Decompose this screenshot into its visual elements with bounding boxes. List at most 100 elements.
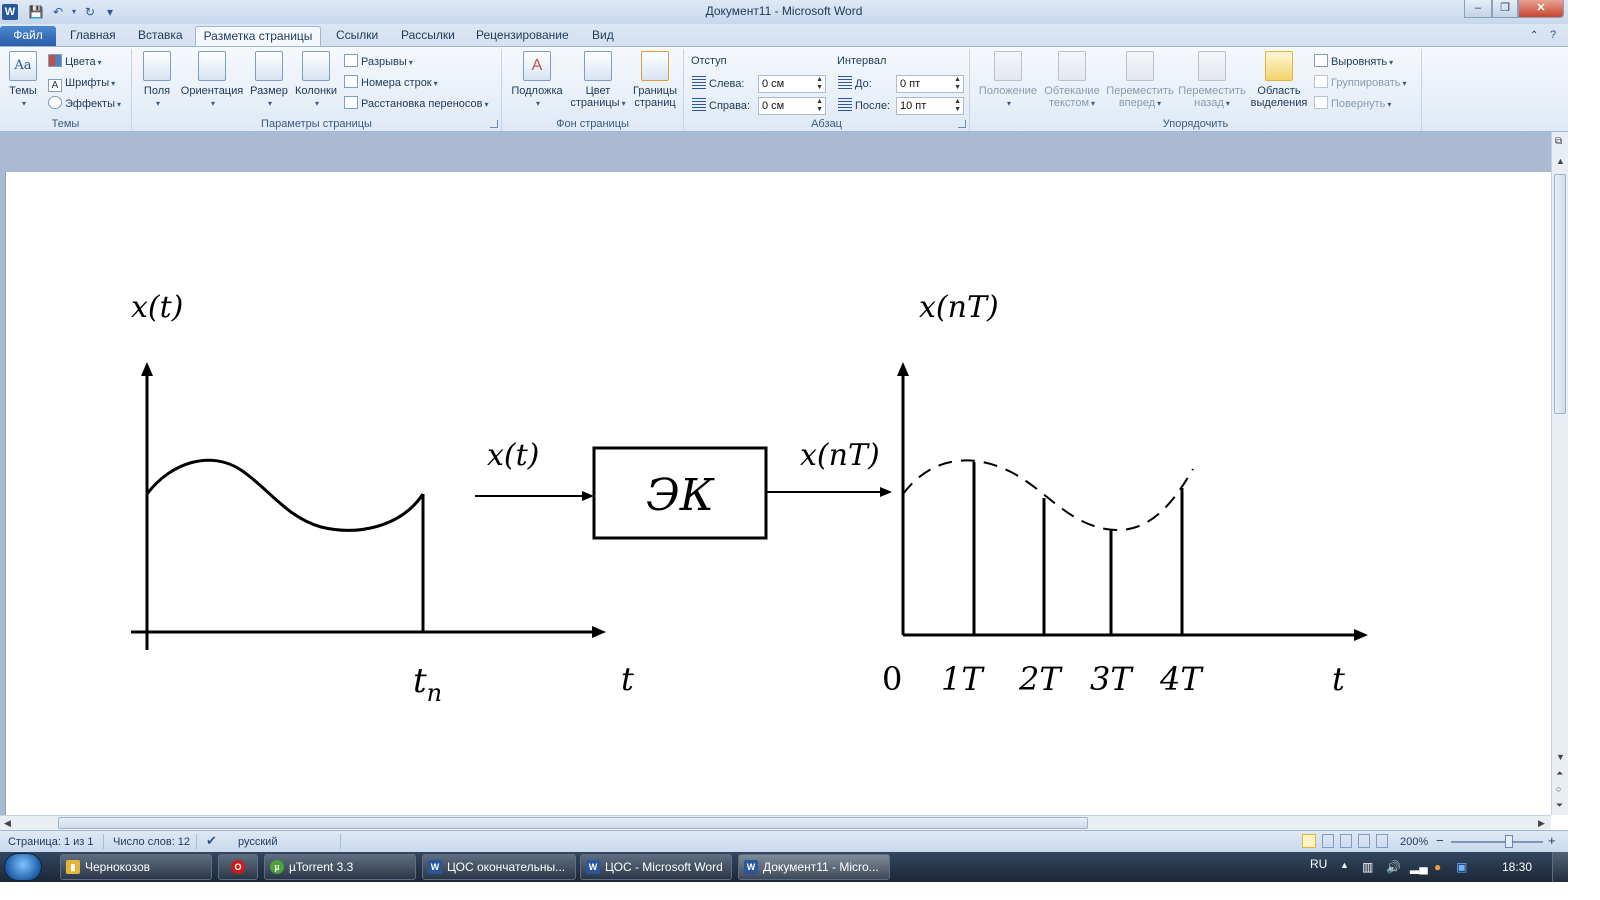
help-icon[interactable]: ? [1544,26,1562,46]
taskbar-item-folder[interactable]: ▮ Чернокозов [60,854,212,880]
close-button[interactable]: ✕ [1518,0,1564,18]
tab-file[interactable]: Файл [0,26,56,46]
zoom-level[interactable]: 200% [1400,836,1428,848]
themes-button[interactable]: Aa Темы ▾ [5,51,41,110]
proofing-icon[interactable]: ✔ [206,833,217,849]
zoom-in-icon[interactable]: + [1548,833,1556,848]
taskbar-item-opera[interactable]: O [218,854,258,880]
draft-view-icon[interactable] [1376,834,1388,848]
scroll-down-icon[interactable]: ▼ [1556,752,1565,762]
scroll-up-icon[interactable]: ▲ [1556,156,1565,166]
margins-button[interactable]: Поля ▾ [140,51,174,110]
updates-tray-icon[interactable]: ▣ [1456,860,1467,874]
document-page[interactable]: x(t) tn t x(t) ЭК x(nT) x(nT) 0 1T 2T 3T… [5,172,1551,815]
indent-right-input[interactable]: 0 см ▲ ▼ [758,97,826,115]
indent-left-spinner[interactable]: ▲ ▼ [816,76,823,92]
taskbar-item-utorrent[interactable]: µ µTorrent 3.3 [264,854,416,880]
send-backward-button[interactable]: Переместить назад ▾ [1176,51,1248,110]
tab-insert[interactable]: Вставка [132,26,189,46]
watermark-button[interactable]: A Подложка ▾ [508,51,566,110]
zoom-slider-thumb[interactable] [1505,835,1513,848]
previous-page-icon[interactable]: ⏶ [1556,768,1563,779]
position-button[interactable]: Положение ▾ [976,51,1040,110]
align-button[interactable]: Выровнять ▾ [1314,53,1393,71]
theme-effects-button[interactable]: Эффекты ▾ [48,95,121,113]
indent-left-icon [692,76,706,89]
tab-review[interactable]: Рецензирование [470,26,575,46]
line-numbers-button[interactable]: Номера строк ▾ [344,74,438,92]
input-language[interactable]: RU [1310,857,1327,871]
show-hidden-icons-icon[interactable]: ▲ [1340,860,1349,870]
scroll-left-icon[interactable]: ◀ [4,818,11,829]
left-plot-xtick-tn: tn [413,661,442,707]
spacing-after-input[interactable]: 10 пт ▲ ▼ [896,97,964,115]
app-tray-icon[interactable]: ● [1434,860,1441,874]
size-button[interactable]: Размер ▾ [248,51,290,110]
start-button[interactable] [4,853,42,881]
ribbon: Aa Темы ▾ Цвета ▾ A Шрифты ▾ Эффекты ▾ Темы П… [0,46,1568,132]
send-backward-icon [1198,51,1226,81]
zoom-out-icon[interactable]: − [1436,833,1444,848]
taskbar-item-word-doc-2[interactable]: W ЦОС - Microsoft Word [580,854,732,880]
hyphenation-button[interactable]: Расстановка переносов ▾ [344,95,489,113]
left-plot-y-arrow [141,362,153,376]
colors-icon [48,54,62,67]
breaks-button[interactable]: Разрывы ▾ [344,53,413,71]
position-icon [994,51,1022,81]
print-layout-view-icon[interactable] [1302,834,1316,848]
indent-right-spinner[interactable]: ▲ ▼ [816,98,823,114]
clock[interactable]: 18:30 [1502,860,1532,874]
vertical-scroll-thumb[interactable] [1554,174,1566,414]
spacing-before-input[interactable]: 0 пт ▲ ▼ [896,75,964,93]
spacing-after-spinner[interactable]: ▲ ▼ [954,98,961,114]
web-layout-icon[interactable] [1340,834,1352,848]
volume-tray-icon[interactable]: 🔊 [1386,860,1401,874]
theme-fonts-button[interactable]: A Шрифты ▾ [48,74,115,92]
page-color-button[interactable]: Цвет страницы ▾ [568,51,628,110]
next-page-icon[interactable]: ⏷ [1556,800,1563,811]
margins-icon [143,51,171,81]
browse-object-icon[interactable]: ○ [1556,784,1561,794]
vertical-scrollbar[interactable]: ⧉ ▲ ▼ ⏶ ○ ⏷ [1551,132,1568,815]
taskbar-item-word-doc-1[interactable]: W ЦОС окончательны... [422,854,576,880]
spacing-before-spinner[interactable]: ▲ ▼ [954,76,961,92]
taskbar-item-word-doc-3[interactable]: W Документ11 - Micro... [738,854,890,880]
watermark-icon: A [523,51,551,81]
rotate-button[interactable]: Повернуть ▾ [1314,95,1391,113]
tab-references[interactable]: Ссылки [330,26,384,46]
page-borders-button[interactable]: Границы страниц [630,51,680,109]
minimize-ribbon-icon[interactable]: ⌃ [1524,26,1544,46]
group-button[interactable]: Группировать ▾ [1314,74,1407,92]
converter-block-label: ЭК [646,470,715,521]
signal-tray-icon[interactable]: ▂▄ [1410,860,1428,874]
tab-home[interactable]: Главная [64,26,122,46]
word-count[interactable]: Число слов: 12 [113,836,190,848]
page-setup-launcher-icon[interactable] [490,120,498,128]
indent-left-label: Слева: [692,76,744,90]
tab-view[interactable]: Вид [586,26,620,46]
selection-pane-icon [1265,51,1293,81]
bring-forward-button[interactable]: Переместить вперед ▾ [1104,51,1176,110]
indent-left-input[interactable]: 0 см ▲ ▼ [758,75,826,93]
selection-pane-button[interactable]: Область выделения [1248,51,1310,109]
theme-colors-button[interactable]: Цвета ▾ [48,53,102,71]
columns-button[interactable]: Колонки ▾ [292,51,340,110]
network-tray-icon[interactable]: ▥ [1362,860,1373,874]
orientation-button[interactable]: Ориентация ▾ [178,51,246,110]
tab-mailings[interactable]: Рассылки [395,26,461,46]
outline-view-icon[interactable] [1358,834,1370,848]
page-count[interactable]: Страница: 1 из 1 [8,836,94,848]
tab-page-layout[interactable]: Разметка страницы [195,26,321,46]
language-indicator[interactable]: русский [238,836,277,848]
paragraph-launcher-icon[interactable] [958,120,966,128]
horizontal-scroll-thumb[interactable] [58,817,1088,829]
ruler-toggle-icon[interactable]: ⧉ [1555,136,1562,147]
scroll-right-icon[interactable]: ▶ [1538,818,1545,829]
wrap-text-button[interactable]: Обтекание текстом ▾ [1042,51,1102,110]
zoom-slider[interactable] [1451,841,1543,843]
full-screen-reading-icon[interactable] [1322,834,1334,848]
horizontal-scrollbar[interactable]: ◀ ▶ [0,815,1551,830]
restore-button[interactable]: ❐ [1492,0,1518,18]
show-desktop-button[interactable] [1552,852,1568,882]
minimize-button[interactable]: – [1464,0,1492,18]
